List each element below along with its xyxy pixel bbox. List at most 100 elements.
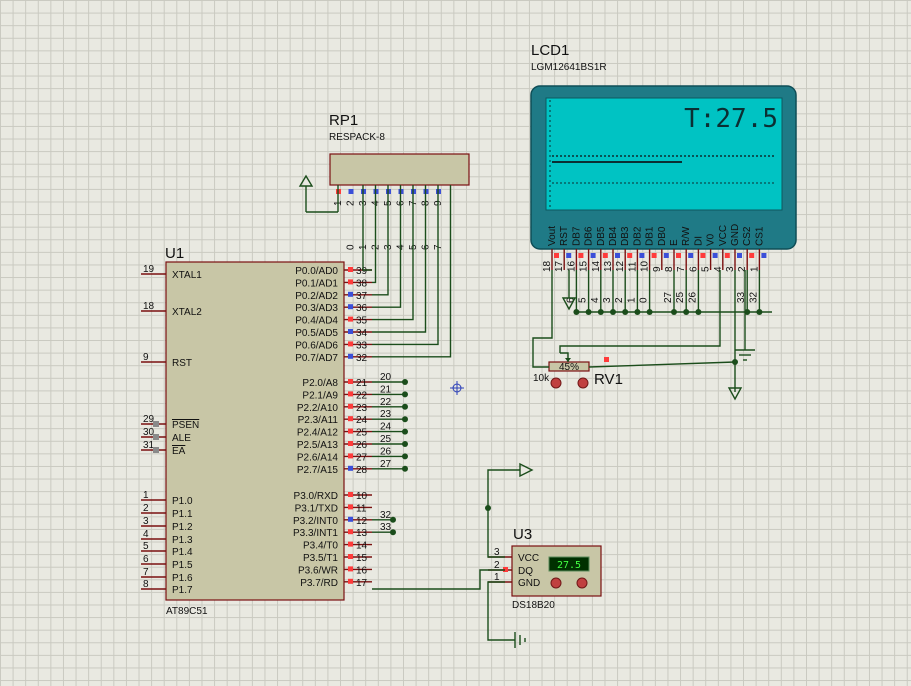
u1-pin-state (348, 554, 353, 559)
u1-pin-name: P0.6/AD6 (295, 340, 338, 351)
lcd-display-text: T:27.5 (684, 104, 778, 134)
u3-pin-name: GND (518, 578, 540, 589)
u1-pin-state (348, 379, 353, 384)
lcd-pin-number: 9 (652, 266, 663, 272)
crosshair-icon (450, 381, 464, 395)
u1-pin-name: P2.7/A15 (297, 465, 339, 476)
u1-pin-number: 27 (356, 452, 368, 463)
u1-pin-number: 26 (356, 440, 368, 451)
u1-pin-number: 21 (356, 378, 368, 389)
u1-pin-name: P1.7 (172, 585, 193, 596)
u1-pin-number: 7 (143, 567, 149, 578)
lcd-net-label: 5 (578, 297, 589, 303)
lcd-pin-state (602, 253, 608, 258)
u1-pin-state (348, 391, 353, 397)
u3-increment-button[interactable] (576, 577, 588, 589)
u1-pin-number: 18 (143, 301, 155, 312)
u1-pin-number: 3 (143, 516, 149, 527)
p2-net-terminal (402, 441, 408, 447)
lcd1[interactable]: LCD1 LGM12641BS1R T:27.5 Vout18RST17DB71… (530, 42, 797, 315)
u1-pin-name: P0.3/AD3 (295, 303, 338, 314)
u1-pin-state (348, 529, 353, 535)
u1-pin-name: P2.6/A14 (297, 452, 339, 463)
u1-pin-name: P2.4/A12 (297, 428, 339, 439)
lcd-pin-state (737, 253, 742, 258)
u1-pin-name: P2.5/A13 (297, 440, 339, 451)
p2-net-label: 22 (380, 397, 392, 408)
u1-pin-number: 12 (356, 516, 368, 527)
p2-net-label: 23 (380, 409, 392, 420)
p0-wire (372, 185, 452, 358)
u1-pin-number: 23 (356, 403, 368, 414)
u1-pin-state (348, 578, 353, 584)
u3[interactable]: U3 27.5 DS18B20 3VCC2DQ1GND (488, 526, 602, 611)
u1-pin-state (153, 447, 159, 453)
lcd-pin-label: DB5 (596, 226, 607, 246)
lcd-pin-state (554, 253, 559, 258)
lcd-pin-state (590, 253, 596, 258)
lcd-pin-label: R/W (681, 226, 692, 246)
p0-wire (372, 185, 439, 346)
u1-pin-name: RST (172, 358, 192, 369)
lcd-pin-state (724, 253, 730, 258)
u1-pin-number: 35 (356, 316, 368, 327)
lcd-pin-label: DB3 (620, 226, 631, 246)
u3-model: DS18B20 (512, 600, 555, 611)
u1-pin-name: P3.4/T0 (303, 541, 338, 552)
lcd-net-label: 25 (675, 291, 686, 303)
rv1[interactable]: 45% 10k RV1 (533, 352, 623, 389)
rv1-decrement-button[interactable] (550, 377, 562, 389)
rp1-model: RESPACK-8 (329, 132, 385, 143)
lcd-pin-state (688, 253, 694, 258)
lcd-pin-number: 17 (554, 260, 565, 272)
rv1-increment-button[interactable] (577, 377, 589, 389)
u1-pin-state (348, 304, 353, 310)
u1-pin-name: P1.4 (172, 547, 193, 558)
u1-pin-name: P0.0/AD0 (295, 266, 338, 277)
p0-wire (362, 185, 372, 271)
u1-pin-name: P3.5/T1 (303, 553, 338, 564)
lcd-pin-number: 4 (713, 266, 724, 272)
rp1-pin-number: 2 (346, 200, 357, 206)
rv1-ref: RV1 (594, 371, 623, 388)
rp1[interactable]: RP1 RESPACK-8 1 2031425364758697 (298, 112, 470, 250)
u1-pin-number: 28 (356, 465, 368, 476)
lcd-pin-label: Vout (547, 226, 558, 246)
u1-pin-name: P3.6/WR (298, 565, 338, 576)
u1-pin-state (348, 353, 353, 359)
u3-ref: U3 (513, 526, 532, 543)
lcd-pin-state (700, 253, 706, 258)
u1-pin-state (348, 428, 353, 434)
lcd-pin-state (627, 253, 633, 258)
schematic-canvas[interactable]: LCD1 LGM12641BS1R T:27.5 Vout18RST17DB71… (0, 0, 911, 686)
rv1-percent: 45% (559, 362, 579, 373)
lcd-pin-label: V0 (706, 233, 717, 246)
u1-pin-name: P1.3 (172, 535, 193, 546)
u3-decrement-button[interactable] (550, 577, 562, 589)
lcd-net-label: 4 (590, 297, 601, 303)
u3-power-terminal-icon (519, 462, 534, 478)
u1-pin-state (348, 504, 353, 510)
lcd-pin-state (749, 253, 755, 258)
u1-pin-number: 5 (143, 541, 149, 552)
lcd-net-label: 3 (602, 297, 613, 303)
u1-pin-state (348, 329, 353, 334)
u1-pin-number: 39 (356, 266, 368, 277)
u1-pin-name: P3.0/RXD (294, 491, 338, 502)
rv1-wiper (560, 352, 569, 362)
u1-pin-state (348, 492, 353, 497)
lcd-net-label: 2 (614, 297, 625, 303)
u1[interactable]: U1 AT89C51 19XTAL118XTAL29RST29PSEN30ALE… (141, 245, 372, 617)
lcd-pin-state (566, 253, 572, 258)
u1-pin-name: P0.1/AD1 (295, 278, 338, 289)
u1-pin-name: PSEN (172, 420, 199, 431)
rp1-body (329, 153, 470, 186)
lcd-pin-label: DB0 (657, 226, 668, 246)
u1-pin-name: P2.3/A11 (298, 415, 339, 426)
u1-pin-state (348, 416, 353, 422)
lcd-pin-label: DB1 (645, 226, 656, 246)
u1-pin-number: 29 (143, 414, 155, 425)
u1-pin-name: P1.1 (172, 509, 193, 520)
p2-net-terminal (402, 379, 408, 385)
u1-pin-state (348, 516, 353, 522)
